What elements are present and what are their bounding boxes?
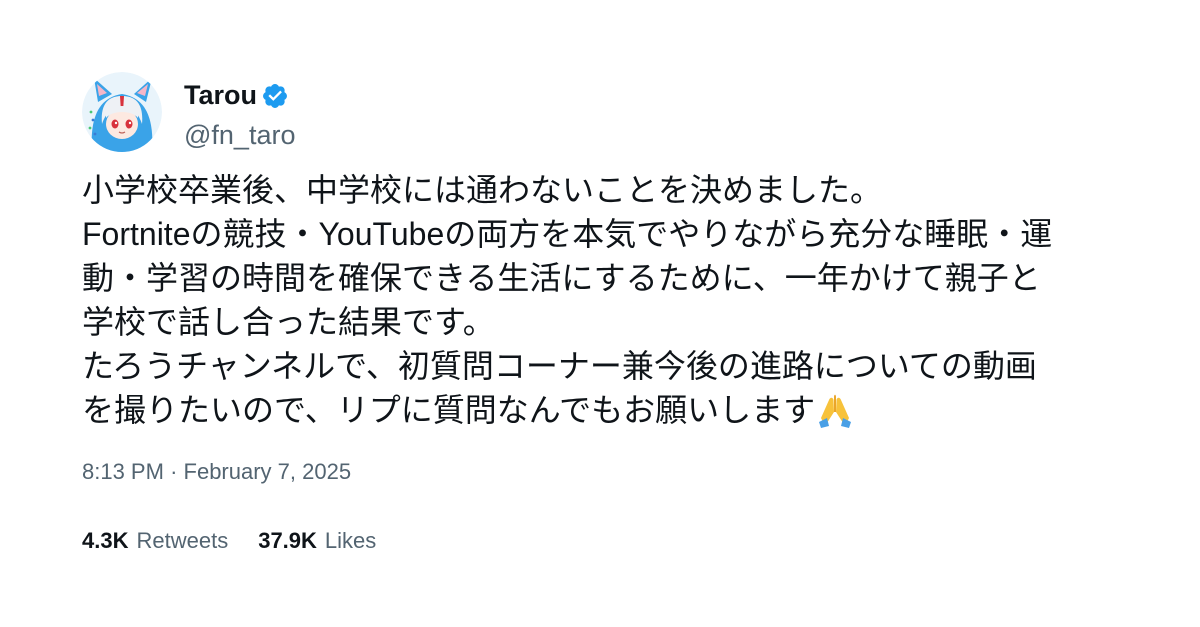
tweet-timestamp[interactable]: 8:13 PM · February 7, 2025 bbox=[82, 459, 351, 485]
tweet-line: 動・学習の時間を確保できる生活にするために、一年かけて親子と bbox=[82, 260, 1041, 296]
retweets-stat[interactable]: 4.3K Retweets bbox=[82, 528, 228, 554]
author-identity: Tarou @fn_taro bbox=[184, 72, 295, 152]
avatar-icon bbox=[82, 72, 162, 152]
display-name[interactable]: Tarou bbox=[184, 82, 257, 109]
tweet-line: 小学校卒業後、中学校には通わないことを決めました。 bbox=[82, 172, 883, 208]
tweet-card: Tarou @fn_taro 小学校卒業後、中学校には通わないことを決めました。… bbox=[0, 0, 1200, 627]
likes-count: 37.9K bbox=[258, 528, 317, 553]
folded-hands-emoji bbox=[815, 388, 855, 428]
handle[interactable]: @fn_taro bbox=[184, 121, 295, 149]
likes-label: Likes bbox=[324, 528, 377, 553]
tweet-line: 学校で話し合った結果です。 bbox=[82, 304, 495, 340]
avatar[interactable] bbox=[82, 72, 162, 152]
tweet-line: たろうチャンネルで、初質問コーナー兼今後の進路についての動画 bbox=[82, 348, 1037, 384]
tweet-header: Tarou @fn_taro bbox=[82, 72, 295, 152]
meta-separator: · bbox=[170, 459, 178, 484]
tweet-line: を撮りたいので、リプに質問なんでもお願いします bbox=[82, 392, 816, 428]
tweet-date: February 7, 2025 bbox=[183, 459, 352, 484]
name-row: Tarou bbox=[184, 76, 295, 116]
tweet-line: Fortniteの競技・YouTubeの両方を本気でやりながら充分な睡眠・運 bbox=[82, 216, 1053, 252]
tweet-time: 8:13 PM bbox=[82, 459, 164, 484]
likes-stat[interactable]: 37.9K Likes bbox=[258, 528, 376, 554]
retweets-label: Retweets bbox=[136, 528, 229, 553]
tweet-stats: 4.3K Retweets 37.9K Likes bbox=[82, 528, 406, 554]
verified-badge-icon bbox=[261, 82, 289, 110]
retweets-count: 4.3K bbox=[82, 528, 129, 553]
tweet-text: 小学校卒業後、中学校には通わないことを決めました。 Fortniteの競技・Yo… bbox=[82, 168, 1122, 432]
